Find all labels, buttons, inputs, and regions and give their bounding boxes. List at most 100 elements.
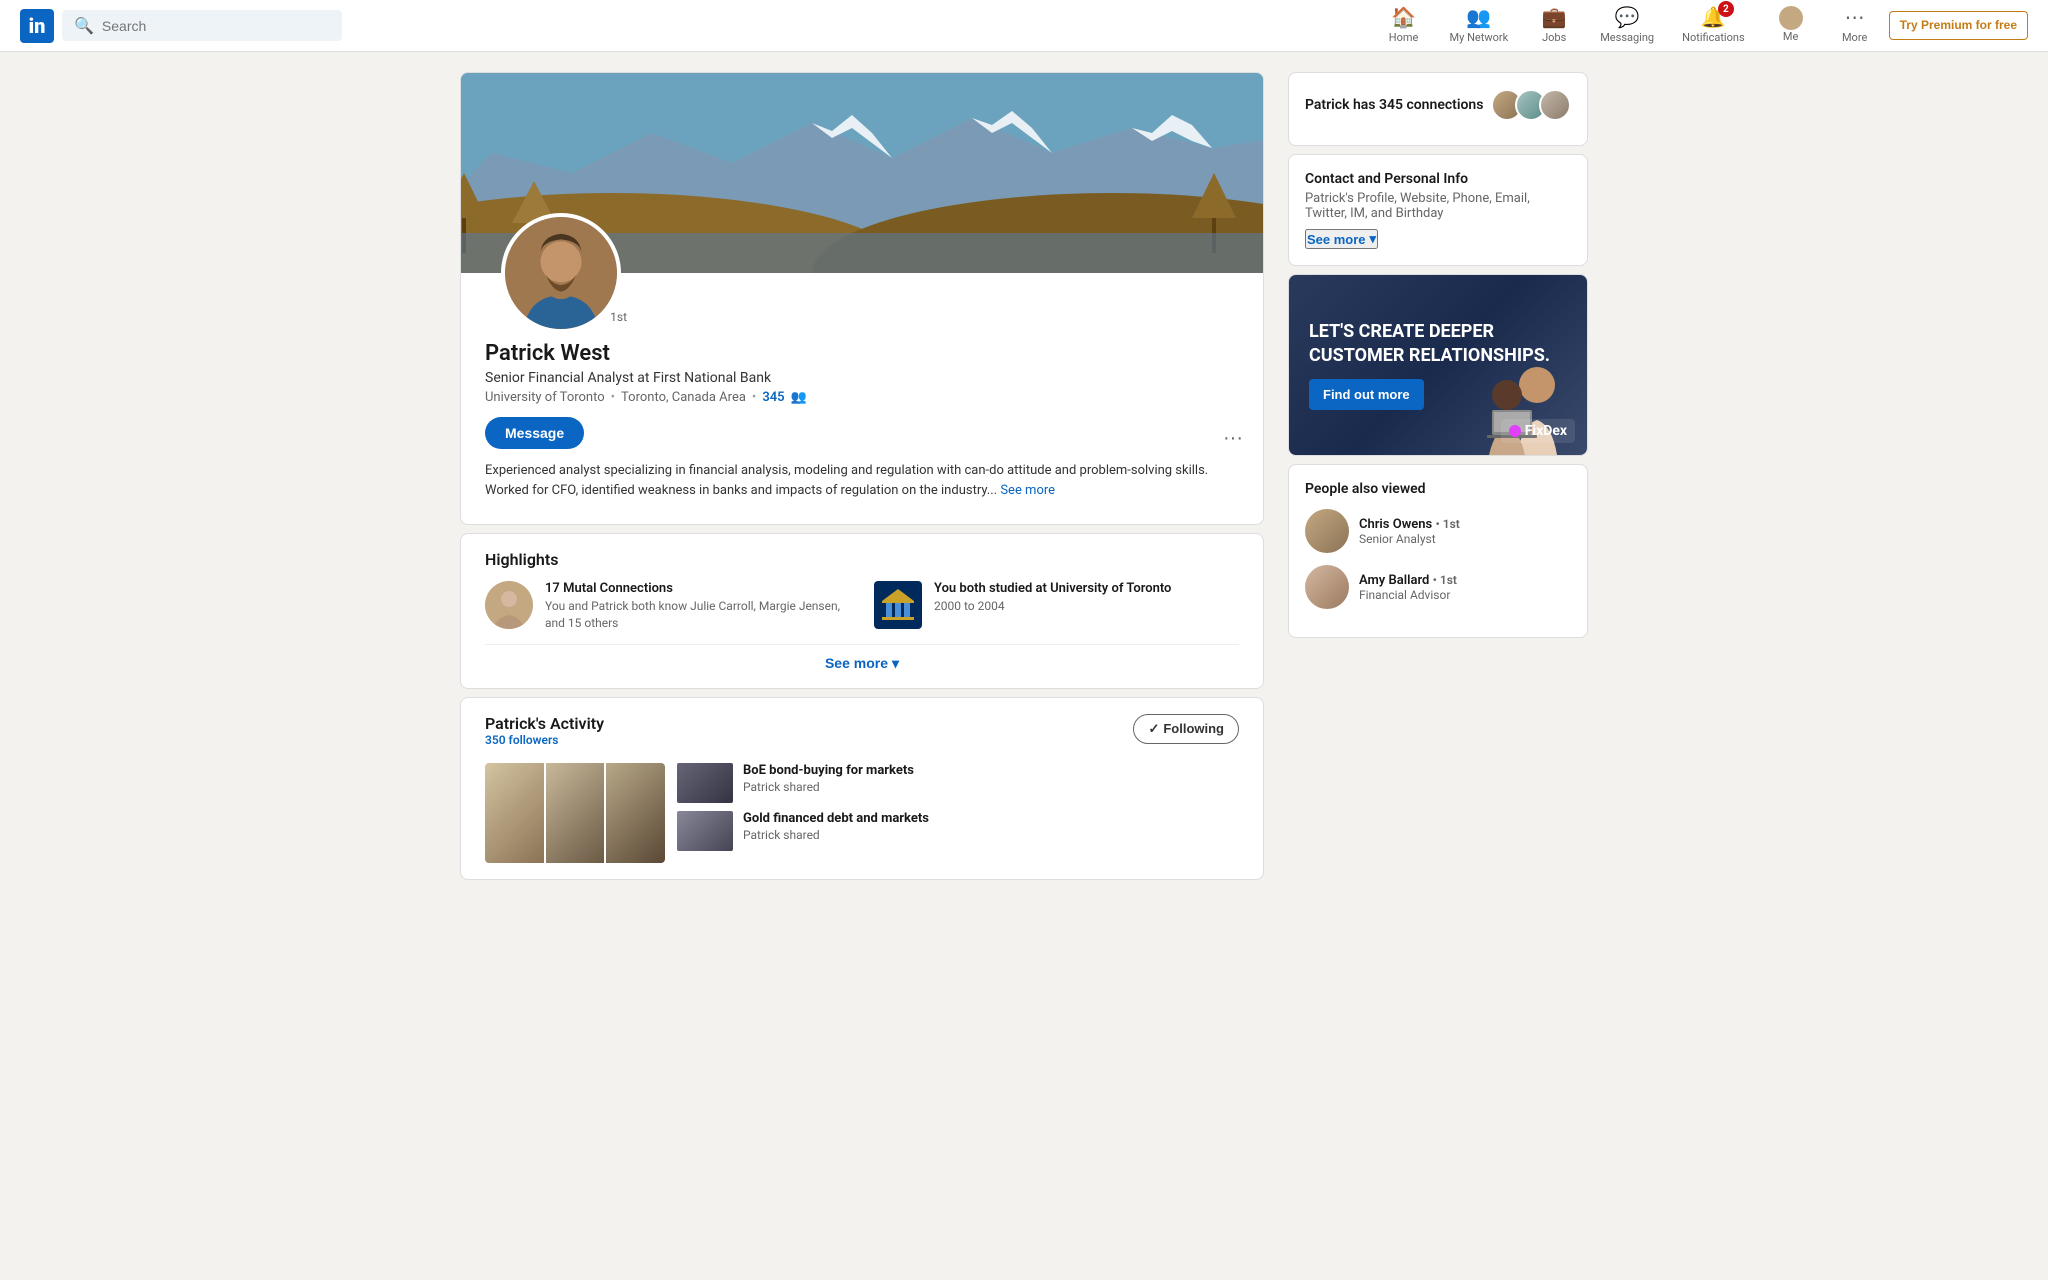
contact-see-more-button[interactable]: See more ▾ bbox=[1305, 229, 1378, 249]
activity-post-meta-2: Patrick shared bbox=[743, 828, 929, 842]
left-column: 1st ··· Patrick West Senior Financial An… bbox=[460, 72, 1264, 880]
profile-location: Toronto, Canada Area bbox=[621, 390, 746, 405]
activity-post-title-1: BoE bond-buying for markets bbox=[743, 763, 914, 778]
person-item-2[interactable]: Amy Ballard • 1st Financial Advisor bbox=[1305, 565, 1571, 609]
highlights-see-more-button[interactable]: See more ▾ bbox=[825, 655, 899, 672]
nav-network[interactable]: 👥 My Network bbox=[1438, 1, 1521, 50]
person-name-1: Chris Owens • 1st bbox=[1359, 517, 1460, 532]
nav-home-label: Home bbox=[1389, 31, 1419, 44]
highlights-avatar bbox=[485, 581, 533, 629]
linkedin-logo[interactable]: in bbox=[20, 9, 54, 43]
activity-post-list: BoE bond-buying for markets Patrick shar… bbox=[677, 763, 1239, 863]
ad-cta-button[interactable]: Find out more bbox=[1309, 379, 1424, 410]
connections-widget: Patrick has 345 connections bbox=[1288, 72, 1588, 146]
connections-avatars bbox=[1491, 89, 1571, 121]
highlights-university-title: You both studied at University of Toront… bbox=[934, 581, 1171, 596]
nav-messaging[interactable]: 💬 Messaging bbox=[1588, 1, 1666, 50]
nav-notifications-label: Notifications bbox=[1682, 31, 1745, 44]
connections-icon: 👥 bbox=[791, 390, 807, 405]
person-avatar-1 bbox=[1305, 509, 1349, 553]
nav-messaging-label: Messaging bbox=[1600, 31, 1654, 44]
activity-followers: 350 followers bbox=[485, 733, 604, 747]
people-widget: People also viewed Chris Owens • 1st Sen… bbox=[1288, 464, 1588, 638]
navbar: in 🔍 🏠 Home 👥 My Network 💼 Jobs 💬 Messag… bbox=[0, 0, 2048, 52]
contact-widget: Contact and Personal Info Patrick's Prof… bbox=[1288, 154, 1588, 266]
activity-post-item-2[interactable]: Gold financed debt and markets Patrick s… bbox=[677, 811, 1239, 851]
highlights-mutual-text: 17 Mutal Connections You and Patrick bot… bbox=[545, 581, 850, 632]
person-info-1: Chris Owens • 1st Senior Analyst bbox=[1359, 517, 1460, 546]
people-title: People also viewed bbox=[1305, 481, 1571, 497]
contact-see-more-label: See more bbox=[1307, 232, 1366, 247]
activity-img-2 bbox=[546, 763, 605, 863]
nav-me-label: Me bbox=[1783, 30, 1798, 43]
highlights-university: You both studied at University of Toront… bbox=[874, 581, 1239, 632]
ad-content: LET'S CREATE DEEPER CUSTOMER RELATIONSHI… bbox=[1289, 275, 1587, 455]
activity-header: Patrick's Activity 350 followers ✓ Follo… bbox=[485, 714, 1239, 759]
contact-title: Contact and Personal Info bbox=[1305, 171, 1571, 187]
premium-button[interactable]: Try Premium for free bbox=[1889, 11, 2028, 41]
activity-img-3 bbox=[606, 763, 665, 863]
highlights-mutual-title: 17 Mutal Connections bbox=[545, 581, 850, 596]
person-avatar-2 bbox=[1305, 565, 1349, 609]
nav-home[interactable]: 🏠 Home bbox=[1374, 1, 1434, 50]
person-degree-1: • 1st bbox=[1435, 517, 1459, 531]
conn-avatar-3 bbox=[1539, 89, 1571, 121]
profile-meta: University of Toronto • Toronto, Canada … bbox=[485, 390, 1239, 405]
search-bar: 🔍 bbox=[62, 10, 342, 41]
highlights-university-logo bbox=[874, 581, 922, 629]
activity-title-wrap: Patrick's Activity 350 followers bbox=[485, 714, 604, 759]
profile-connections[interactable]: 345 bbox=[762, 390, 784, 405]
nav-more[interactable]: ⋯ More bbox=[1825, 1, 1885, 50]
nav-more-label: More bbox=[1842, 31, 1867, 44]
profile-name: Patrick West bbox=[485, 341, 1239, 366]
search-icon: 🔍 bbox=[74, 16, 94, 35]
activity-post-title-2: Gold financed debt and markets bbox=[743, 811, 929, 826]
profile-degree: 1st bbox=[606, 309, 631, 325]
nav-notifications[interactable]: 🔔 2 Notifications bbox=[1670, 1, 1757, 50]
chevron-down-icon-2: ▾ bbox=[1370, 231, 1377, 247]
activity-post-images bbox=[485, 763, 665, 863]
profile-avatar bbox=[501, 213, 621, 333]
profile-more-button[interactable]: ··· bbox=[1219, 423, 1247, 454]
home-icon: 🏠 bbox=[1391, 5, 1416, 29]
profile-headline: Senior Financial Analyst at First Nation… bbox=[485, 370, 1239, 386]
main-container: 1st ··· Patrick West Senior Financial An… bbox=[460, 52, 1588, 900]
activity-post-thumb-1 bbox=[677, 763, 733, 803]
highlights-footer: See more ▾ bbox=[485, 644, 1239, 672]
notifications-badge: 2 bbox=[1718, 1, 1734, 17]
activity-post-thumb-2 bbox=[677, 811, 733, 851]
following-label: Following bbox=[1163, 721, 1224, 736]
connections-widget-header: Patrick has 345 connections bbox=[1305, 89, 1571, 121]
network-icon: 👥 bbox=[1466, 5, 1491, 29]
highlights-university-text: You both studied at University of Toront… bbox=[934, 581, 1171, 615]
person-item-1[interactable]: Chris Owens • 1st Senior Analyst bbox=[1305, 509, 1571, 553]
messaging-icon: 💬 bbox=[1615, 5, 1640, 29]
person-title-1: Senior Analyst bbox=[1359, 532, 1460, 546]
profile-info: Patrick West Senior Financial Analyst at… bbox=[461, 333, 1263, 524]
activity-card: Patrick's Activity 350 followers ✓ Follo… bbox=[460, 697, 1264, 880]
chevron-down-icon: ▾ bbox=[892, 655, 899, 672]
search-input[interactable] bbox=[102, 18, 330, 34]
message-button[interactable]: Message bbox=[485, 417, 584, 449]
activity-img-1 bbox=[485, 763, 544, 863]
person-info-2: Amy Ballard • 1st Financial Advisor bbox=[1359, 573, 1457, 602]
following-button[interactable]: ✓ Following bbox=[1133, 714, 1239, 744]
highlights-title: Highlights bbox=[485, 550, 1239, 569]
checkmark-icon: ✓ bbox=[1148, 721, 1159, 737]
notifications-icon: 🔔 2 bbox=[1701, 5, 1726, 29]
nav-me[interactable]: Me bbox=[1761, 2, 1821, 49]
highlights-mutual-desc: You and Patrick both know Julie Carroll,… bbox=[545, 598, 850, 632]
right-column: Patrick has 345 connections Contact and … bbox=[1288, 72, 1588, 638]
nav-jobs[interactable]: 💼 Jobs bbox=[1524, 1, 1584, 50]
highlights-card: Highlights 17 Mutal Connections You and … bbox=[460, 533, 1264, 689]
activity-post-item-1[interactable]: BoE bond-buying for markets Patrick shar… bbox=[677, 763, 1239, 803]
grid-icon: ⋯ bbox=[1845, 5, 1865, 29]
summary-see-more[interactable]: See more bbox=[1000, 483, 1055, 498]
profile-university: University of Toronto bbox=[485, 390, 605, 405]
highlights-university-years: 2000 to 2004 bbox=[934, 598, 1171, 615]
activity-posts: BoE bond-buying for markets Patrick shar… bbox=[485, 763, 1239, 863]
person-name-2: Amy Ballard • 1st bbox=[1359, 573, 1457, 588]
ad-brand-name: FixDex bbox=[1525, 423, 1567, 439]
activity-title: Patrick's Activity bbox=[485, 714, 604, 733]
activity-post-info-1: BoE bond-buying for markets Patrick shar… bbox=[743, 763, 914, 794]
